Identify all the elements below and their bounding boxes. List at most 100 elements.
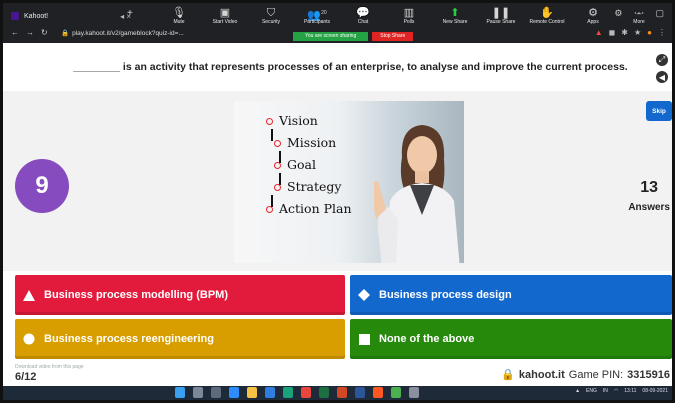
skip-button[interactable]: Skip [646, 101, 672, 121]
businesswoman-photo [374, 125, 460, 263]
store-icon[interactable] [283, 387, 293, 398]
bookmark-icon[interactable]: ★ [634, 28, 641, 37]
chat-icon: 💬 [356, 7, 370, 19]
answer-option-4[interactable]: None of the above [350, 319, 672, 359]
pause-icon: ❚❚ [491, 7, 511, 19]
zoom-participants-button[interactable]: 👥20 Participants [296, 6, 338, 26]
answer-option-2[interactable]: Business process design [350, 275, 672, 315]
menu-icon[interactable]: ⋮ [658, 28, 666, 37]
extension-icon[interactable]: ◼ [609, 28, 616, 37]
brave-icon[interactable] [373, 387, 383, 398]
browser-toolbar: Kahoot! ◂ × + ← → ↻ 🔒 play.kahoot.it/v2/… [3, 3, 672, 43]
profile-icon[interactable]: ● [647, 28, 652, 37]
url-text: play.kahoot.it/v2/gameblock?quiz-id=... [72, 29, 184, 37]
triangle-icon [22, 288, 36, 302]
clock-date[interactable]: 08-09-2021 [642, 388, 668, 394]
reload-icon[interactable]: ↻ [41, 28, 48, 37]
answer-label: Business process design [379, 289, 512, 301]
chrome-icon[interactable] [301, 387, 311, 398]
question-progress: 6/12 [15, 371, 37, 383]
answers-count-label: Answers [628, 202, 670, 213]
game-footer: Download video from this page 6/12 🔒 kah… [3, 362, 672, 386]
system-tray: ▲ ENG IN ◠ 13:11 08-09-2021 [575, 388, 668, 394]
zoom-app-icon[interactable] [229, 387, 239, 398]
windows-start-icon[interactable] [175, 387, 185, 398]
tab-title: Kahoot! [24, 12, 49, 20]
sound-icon[interactable]: ◀ [656, 71, 668, 83]
file-explorer-icon[interactable] [247, 387, 257, 398]
zoom-remote-control-button[interactable]: ✋ Remote Control [526, 6, 568, 26]
question-header: ________ is an activity that represents … [3, 43, 672, 91]
game-pin-label: Game PIN: [568, 368, 624, 381]
step-strategy: Strategy [274, 179, 342, 194]
wifi-icon[interactable]: ◠ [614, 388, 618, 394]
settings-icon[interactable] [409, 387, 419, 398]
extension-icons: ▲ ◼ ✱ ★ ● ⋮ [595, 28, 666, 37]
word-icon[interactable] [355, 387, 365, 398]
edge-icon[interactable] [265, 387, 275, 398]
task-view-icon[interactable] [211, 387, 221, 398]
zoom-polls-button[interactable]: ▥ Polls [388, 6, 430, 26]
step-action-plan: Action Plan [266, 201, 352, 216]
game-pin-value: 3315916 [627, 368, 670, 381]
answer-option-1[interactable]: Business process modelling (BPM) [15, 275, 345, 315]
fullscreen-icon[interactable]: ⤢ [656, 54, 668, 66]
new-tab-button[interactable]: + [127, 8, 133, 19]
download-video-hint[interactable]: Download video from this page [15, 364, 84, 370]
language-indicator[interactable]: ENG [586, 388, 597, 394]
answer-label: None of the above [379, 333, 475, 345]
step-vision: Vision [266, 113, 318, 128]
share-screen-icon: ⬆ [450, 7, 460, 19]
whatsapp-icon[interactable] [391, 387, 401, 398]
diamond-icon [357, 288, 371, 302]
address-bar[interactable]: 🔒 play.kahoot.it/v2/gameblock?quiz-id=..… [61, 27, 291, 39]
zoom-pause-share-button[interactable]: ❚❚ Pause Share [480, 6, 522, 26]
video-off-icon: ▣ [219, 7, 231, 19]
region-indicator: IN [602, 388, 608, 394]
minimize-icon[interactable]: – [636, 8, 641, 19]
zoom-video-button[interactable]: ▣ Start Video [204, 6, 246, 26]
shield-icon: ⛉ [266, 7, 276, 19]
powerpoint-icon[interactable] [337, 387, 347, 398]
question-image: Vision Mission Goal Strategy Action Plan [234, 101, 464, 263]
mic-icon: 🎙 [172, 7, 186, 19]
excel-icon[interactable] [319, 387, 329, 398]
screen-sharing-message: You are screen sharing [293, 31, 369, 41]
forward-icon[interactable]: → [26, 28, 34, 37]
answer-option-3[interactable]: Business process reengineering [15, 319, 345, 359]
zoom-mute-button[interactable]: 🎙 Mute [158, 6, 200, 26]
stop-share-button[interactable]: Stop Share [372, 31, 414, 41]
settings-icon[interactable]: ⚙ [614, 8, 622, 19]
nav-buttons: ← → ↻ [11, 28, 48, 37]
back-icon[interactable]: ← [11, 28, 19, 37]
clock-time[interactable]: 13:11 [624, 388, 636, 394]
screen: Kahoot! ◂ × + ← → ↻ 🔒 play.kahoot.it/v2/… [0, 0, 675, 403]
site-name: kahoot.it [518, 368, 565, 381]
participants-icon: 👥20 [307, 9, 327, 22]
maximize-icon[interactable]: ▢ [655, 8, 664, 19]
step-goal: Goal [274, 157, 316, 172]
polls-icon: ▥ [403, 7, 415, 19]
apps-icon: ⚙ [588, 7, 598, 19]
kahoot-favicon-icon [11, 12, 19, 20]
question-media-area: 9 Vision Mission Goal Strategy Action Pl… [3, 91, 672, 271]
answer-label: Business process modelling (BPM) [44, 289, 228, 301]
remote-control-icon: ✋ [540, 7, 554, 19]
lock-icon: 🔒 [501, 369, 515, 381]
adobe-extension-icon[interactable]: ▲ [595, 28, 603, 37]
circle-icon [22, 332, 36, 346]
zoom-new-share-button[interactable]: ⬆ New Share [434, 6, 476, 26]
zoom-security-button[interactable]: ⛉ Security [250, 6, 292, 26]
arrow-down-icon [271, 129, 273, 141]
question-text: ________ is an activity that represents … [73, 61, 628, 73]
taskbar-apps [175, 387, 419, 398]
search-icon[interactable] [193, 387, 203, 398]
puzzle-icon[interactable]: ✱ [621, 28, 628, 37]
show-hidden-icons-icon[interactable]: ▲ [575, 388, 580, 394]
zoom-apps-button[interactable]: ⚙ Apps [572, 6, 614, 26]
zoom-chat-button[interactable]: 💬 Chat [342, 6, 384, 26]
square-icon [357, 332, 371, 346]
browser-tab[interactable]: Kahoot! ◂ × [11, 8, 131, 24]
countdown-timer: 9 [15, 159, 69, 213]
lock-icon: 🔒 [61, 30, 70, 37]
